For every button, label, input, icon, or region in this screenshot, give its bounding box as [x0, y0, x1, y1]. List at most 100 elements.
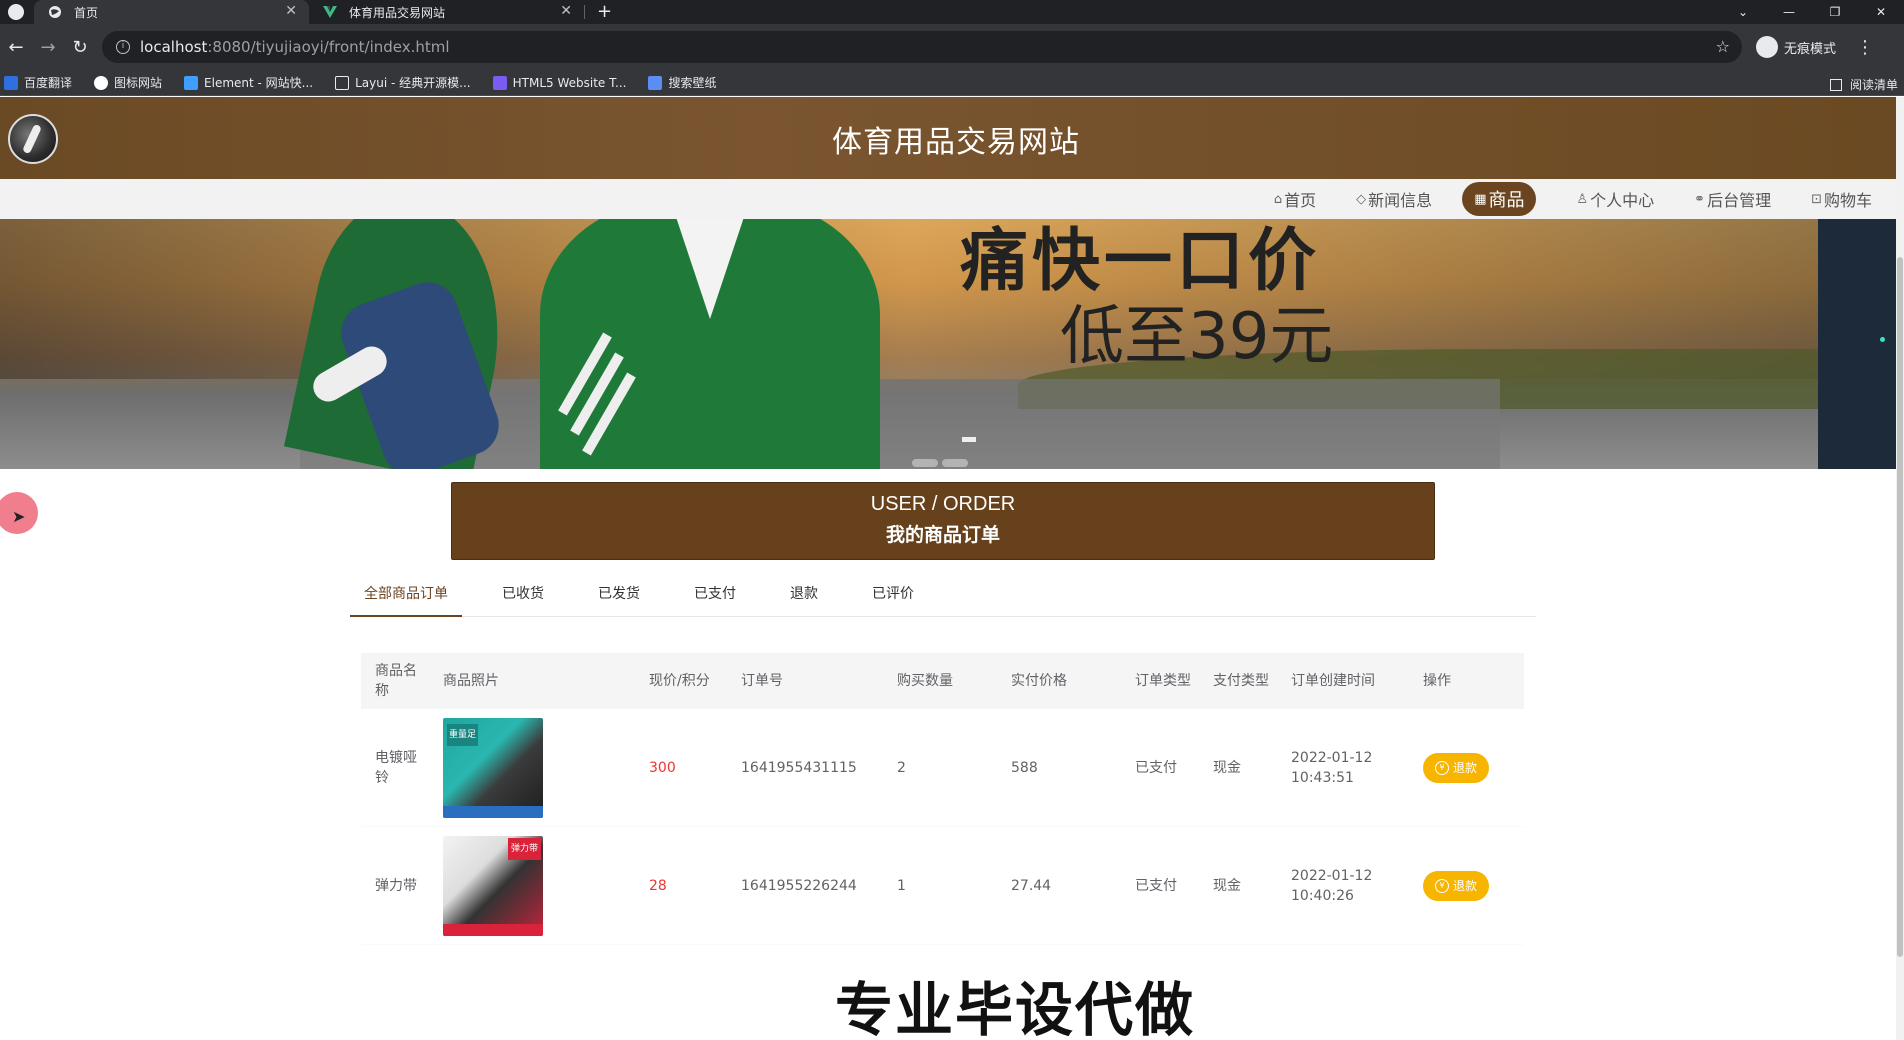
col-header: 订单创建时间	[1291, 673, 1375, 689]
nav-label: 后台管理	[1707, 191, 1772, 210]
nav-news[interactable]: ◇ 新闻信息	[1356, 182, 1432, 216]
url-input[interactable]: i localhost:8080/tiyujiaoyi/front/index.…	[102, 31, 1742, 63]
restore-icon[interactable]: ❐	[1812, 5, 1858, 19]
tab-paid[interactable]: 已支付	[680, 579, 750, 617]
section-title-cn: 我的商品订单	[885, 524, 1000, 546]
yen-icon: ¥	[1435, 760, 1449, 775]
paid-amount: 588	[1011, 759, 1038, 776]
iconfont-icon	[94, 75, 109, 90]
table-row: 弹力带 弹力带 28 1641955226244 1 27.44 已支付 现金 …	[361, 827, 1524, 945]
browser-tab-home[interactable]: 首页 ✕	[34, 0, 309, 24]
bookmark-label: Element - 网站快...	[204, 76, 314, 90]
banner-subline: 低至39元	[1060, 300, 1334, 374]
section-title-en: USER / ORDER	[870, 493, 1016, 515]
web-page: 体育用品交易网站 ⌂ 首页 ◇ 新闻信息 ▦ 商品 ♙ 个人中心 ⚭ 后台管理 ⊡ 购物车 …	[0, 97, 1896, 1040]
nav-home[interactable]: ⌂ 首页	[1274, 182, 1316, 216]
nav-products[interactable]: ▦ 商品	[1462, 182, 1537, 216]
photo-badge: 弹力带	[507, 837, 541, 860]
bookmarks-bar: 百度翻译 图标网站 Element - 网站快... Layui - 经典开源模…	[0, 70, 1904, 96]
indicator-dot	[1880, 337, 1885, 342]
bookmark-item[interactable]: 搜索壁纸	[648, 74, 716, 91]
new-tab-icon[interactable]: +	[597, 1, 612, 22]
quantity: 2	[897, 759, 906, 776]
tab-reviewed[interactable]: 已评价	[858, 579, 928, 617]
minimize-icon[interactable]: —	[1766, 5, 1812, 19]
col-header: 订单类型	[1135, 673, 1191, 689]
nav-profile[interactable]: ♙ 个人中心	[1576, 182, 1654, 216]
translate-icon	[4, 75, 18, 90]
payment-type: 现金	[1213, 877, 1241, 894]
nav-admin[interactable]: ⚭ 后台管理	[1694, 182, 1771, 216]
col-header: 购买数量	[897, 673, 953, 689]
reading-list-button[interactable]: 阅读清单	[1829, 76, 1898, 93]
bookmark-star-icon[interactable]: ☆	[1716, 37, 1730, 56]
product-photo-cell: 弹力带	[429, 835, 635, 936]
forward-icon[interactable]: →	[32, 37, 64, 58]
layui-icon	[335, 75, 350, 90]
banner-mark	[962, 437, 976, 442]
bookmark-label: 搜索壁纸	[668, 76, 717, 90]
product-name: 电镀哑铃	[375, 749, 417, 786]
page-scrollbar[interactable]	[1896, 97, 1904, 1040]
site-info-icon[interactable]: i	[116, 40, 130, 54]
product-price: 300	[649, 759, 676, 776]
tab-refund[interactable]: 退款	[776, 579, 832, 617]
vue-icon	[323, 5, 337, 19]
carousel-dot[interactable]	[942, 459, 968, 467]
table-row: 电镀哑铃 重量足 300 1641955431115 2 588 已支付 现金 …	[361, 709, 1524, 827]
profile-button[interactable]: 无痕模式	[1756, 36, 1836, 58]
col-header: 商品名称	[375, 663, 417, 699]
product-name: 弹力带	[375, 877, 417, 894]
banner-carousel[interactable]: 痛快一口价 低至39元	[0, 219, 1818, 469]
tab-received[interactable]: 已收货	[488, 579, 558, 617]
bookmark-item[interactable]: 图标网站	[94, 74, 162, 91]
bookmark-item[interactable]: 百度翻译	[4, 74, 72, 91]
refund-label: 退款	[1453, 760, 1478, 775]
paid-amount: 27.44	[1011, 877, 1052, 894]
close-icon[interactable]: ✕	[560, 3, 572, 19]
product-photo[interactable]: 弹力带	[443, 835, 543, 936]
url-path: :8080/tiyujiaoyi/front/index.html	[207, 38, 450, 56]
more-menu-icon[interactable]: ⋮	[1856, 37, 1874, 58]
action-cell: ¥ 退款	[1409, 870, 1524, 901]
element-icon	[184, 75, 199, 90]
html5-icon	[492, 75, 507, 90]
payment-type: 现金	[1213, 759, 1241, 776]
tab-separator	[584, 5, 585, 19]
photo-badge: 重量足	[447, 723, 479, 746]
tab-search-icon[interactable]: ⌄	[1720, 5, 1766, 19]
browser-tab-site[interactable]: 体育用品交易网站 ✕	[309, 0, 584, 24]
action-cell: ¥ 退款	[1409, 752, 1524, 783]
carousel-dot[interactable]	[912, 459, 938, 467]
col-header: 实付价格	[1011, 673, 1067, 689]
cart-icon: ⊡	[1811, 191, 1822, 207]
profile-label: 无痕模式	[1784, 41, 1837, 57]
bookmark-item[interactable]: Element - 网站快...	[184, 74, 313, 91]
nav-label: 新闻信息	[1368, 191, 1433, 210]
reading-list-icon	[1829, 78, 1842, 91]
tab-all-orders[interactable]: 全部商品订单	[350, 579, 462, 617]
col-header: 商品照片	[443, 673, 499, 689]
bookmark-item[interactable]: Layui - 经典开源模...	[335, 74, 471, 91]
orders-table: 商品名称 商品照片 现价/积分 订单号 购买数量 实付价格 订单类型 支付类型 …	[361, 653, 1524, 945]
order-type: 已支付	[1135, 877, 1177, 894]
col-header: 支付类型	[1213, 673, 1269, 689]
back-icon[interactable]: ←	[0, 37, 32, 58]
product-photo[interactable]: 重量足	[443, 717, 543, 818]
nav-cart[interactable]: ⊡ 购物车	[1811, 182, 1872, 216]
bookmark-item[interactable]: HTML5 Website T...	[492, 75, 626, 90]
refund-button[interactable]: ¥ 退款	[1423, 870, 1490, 901]
close-icon[interactable]: ✕	[285, 3, 297, 19]
link-icon: ⚭	[1694, 191, 1706, 207]
home-icon: ⌂	[1273, 191, 1283, 207]
scrollbar-thumb[interactable]	[1897, 257, 1903, 957]
created-time: 2022-01-12 10:40:26	[1291, 867, 1373, 904]
tab-shipped[interactable]: 已发货	[584, 579, 654, 617]
refund-button[interactable]: ¥ 退款	[1423, 752, 1490, 783]
reload-icon[interactable]: ↻	[64, 37, 96, 58]
banner-side-panel	[1818, 219, 1896, 469]
table-header: 商品名称 商品照片 现价/积分 订单号 购买数量 实付价格 订单类型 支付类型 …	[361, 653, 1524, 709]
site-title: 体育用品交易网站	[832, 125, 1080, 160]
close-window-icon[interactable]: ✕	[1858, 5, 1904, 19]
bookmark-label: Layui - 经典开源模...	[355, 76, 471, 90]
